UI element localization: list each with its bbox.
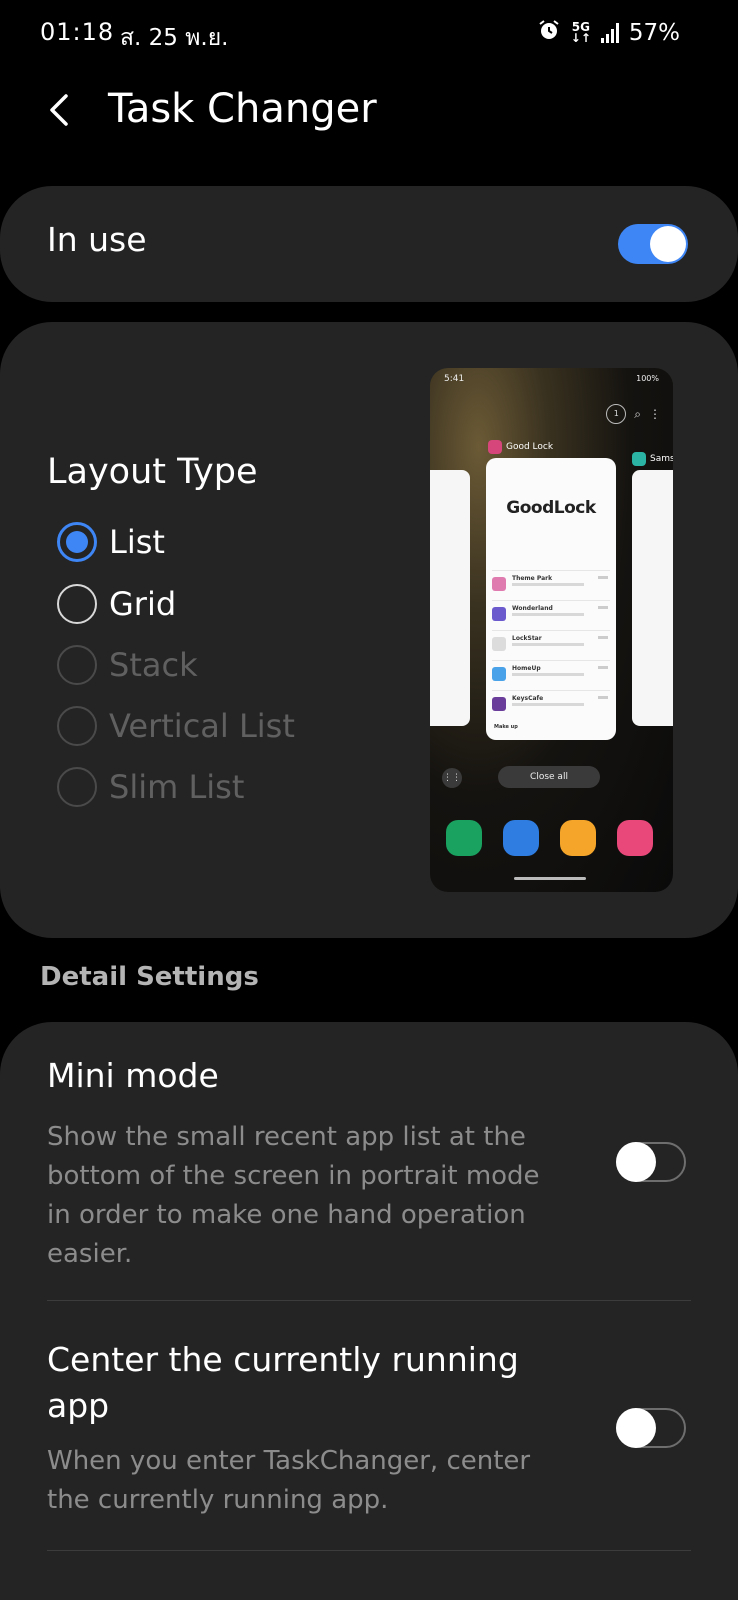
center-app-description-line: When you enter TaskChanger, center (47, 1446, 531, 1476)
layout-type-title: Layout Type (47, 452, 258, 492)
center-app-title-line: app (47, 1386, 110, 1425)
divider (47, 1300, 691, 1301)
layout-option-grid[interactable]: Grid (57, 584, 176, 624)
layout-option-label: Vertical List (109, 707, 295, 745)
preview-time: 5:41 (444, 374, 465, 384)
layout-preview-image: 5:41 100% 1 ⌕ ⋮ Good Lock Sams GoodLock … (430, 368, 673, 892)
preview-card-title: GoodLock (506, 498, 596, 518)
preview-list-item: HomeUp (492, 660, 610, 684)
back-arrow-icon (50, 94, 68, 126)
radio-unchecked-icon (57, 584, 97, 624)
preview-footer: Make up (494, 724, 518, 730)
radio-disabled-icon (57, 767, 97, 807)
detail-settings-header: Detail Settings (40, 962, 259, 992)
layout-option-vertical-list: Vertical List (57, 706, 295, 746)
preview-home-bar (514, 877, 586, 880)
preview-list-item: Wonderland (492, 600, 610, 624)
battery-percent: 57% (628, 20, 680, 46)
preview-card-main: GoodLock Theme Park Wonderland LockStar … (486, 458, 616, 740)
preview-list-item: LockStar (492, 630, 610, 654)
mini-mode-description-line: easier. (47, 1239, 133, 1269)
layout-option-list[interactable]: List (57, 522, 165, 562)
center-app-title-line: Center the currently running (47, 1340, 519, 1379)
in-use-toggle[interactable] (618, 224, 688, 264)
preview-top-icons: 1 ⌕ ⋮ (606, 404, 661, 424)
radio-disabled-icon (57, 645, 97, 685)
back-button[interactable] (40, 90, 80, 130)
phone-app-icon (446, 820, 482, 856)
search-icon: ⌕ (634, 406, 641, 421)
status-bar: 01:18 ส. 25 พ.ย. 5G ↓↑ 57% (0, 0, 738, 70)
mini-mode-description-line: in order to make one hand operation (47, 1200, 526, 1230)
app-header: Task Changer (0, 70, 738, 180)
mini-mode-toggle[interactable] (616, 1142, 686, 1182)
files-app-icon (560, 820, 596, 856)
layout-option-label: Slim List (109, 768, 245, 806)
page-title: Task Changer (108, 86, 377, 132)
gallery-app-icon (617, 820, 653, 856)
samsung-app-icon (632, 452, 646, 466)
status-icons: 5G ↓↑ 57% (537, 18, 680, 48)
preview-dock (446, 820, 653, 856)
mini-mode-description-line: bottom of the screen in portrait mode (47, 1161, 540, 1191)
preview-app-name: Good Lock (506, 442, 554, 452)
goodlock-app-icon (488, 440, 502, 454)
more-icon: ⋮ (649, 407, 661, 421)
preview-app-name-right: Sams (650, 454, 673, 464)
layout-option-label: Stack (109, 646, 198, 684)
in-use-label: In use (47, 220, 147, 259)
preview-card-left (430, 470, 470, 726)
preview-close-all: Close all (498, 766, 600, 788)
radio-checked-icon (57, 522, 97, 562)
center-app-description-line: the currently running app. (47, 1485, 389, 1515)
alarm-icon (537, 18, 561, 48)
preview-list-item: Theme Park (492, 570, 610, 594)
signal-icon (600, 23, 619, 43)
preview-card-right (632, 470, 673, 726)
center-app-toggle[interactable] (616, 1408, 686, 1448)
network-5g-icon: 5G ↓↑ (570, 20, 591, 45)
in-use-row[interactable]: In use (0, 186, 738, 302)
status-time: 01:18 (40, 18, 115, 46)
preview-list-item: KeysCafe (492, 690, 610, 714)
preview-app-label-right: Sams (632, 452, 673, 466)
divider (47, 1550, 691, 1551)
preview-badge: 1 (606, 404, 627, 424)
messages-app-icon (503, 820, 539, 856)
status-date: ส. 25 พ.ย. (120, 25, 229, 51)
layout-type-card: Layout Type List Grid Stack Vertical Lis… (0, 322, 738, 938)
detail-settings-card: Mini mode Show the small recent app list… (0, 1022, 738, 1600)
mini-mode-title: Mini mode (47, 1056, 219, 1095)
preview-battery: 100% (636, 374, 659, 383)
radio-disabled-icon (57, 706, 97, 746)
preview-app-label: Good Lock (488, 440, 553, 454)
preview-grid-icon: ⋮⋮ (442, 768, 462, 788)
layout-option-label: Grid (109, 585, 177, 623)
layout-option-slim-list: Slim List (57, 767, 244, 807)
network-label: 5G (571, 20, 590, 34)
layout-option-label: List (109, 523, 165, 561)
layout-option-stack: Stack (57, 645, 198, 685)
mini-mode-description-line: Show the small recent app list at the (47, 1122, 526, 1152)
